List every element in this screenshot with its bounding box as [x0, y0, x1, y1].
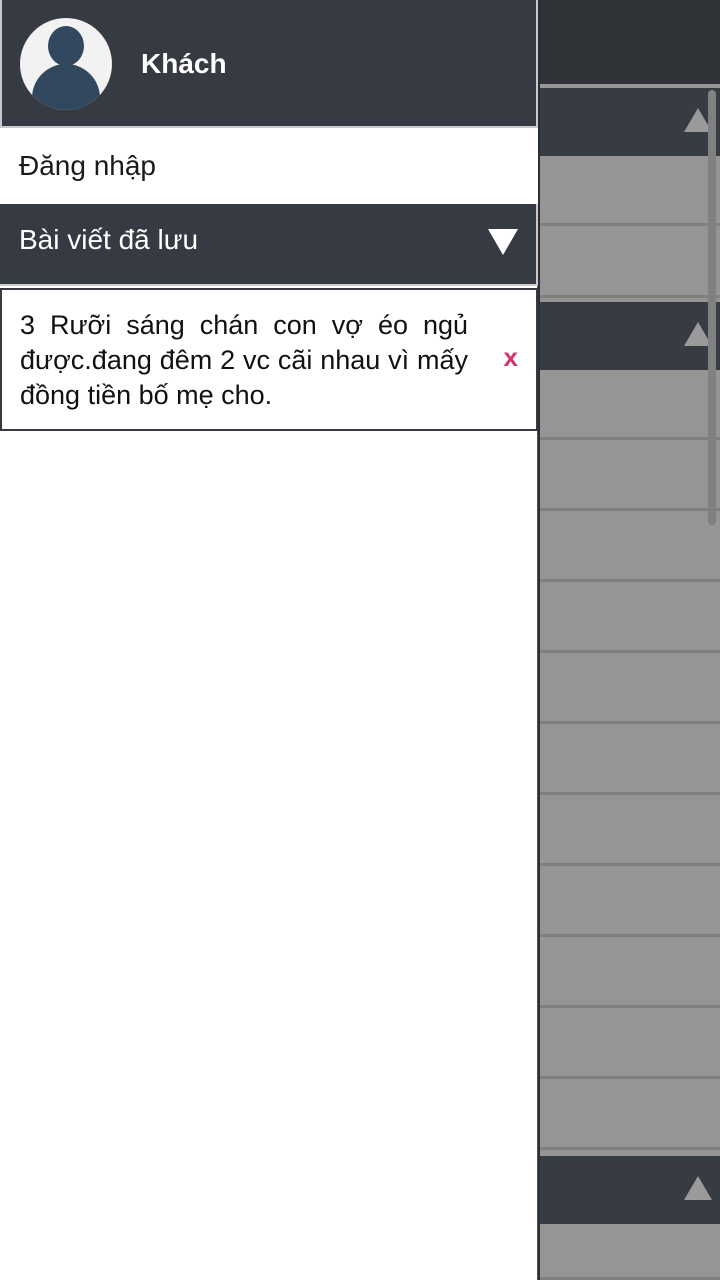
- background-section-header[interactable]: [540, 88, 720, 156]
- background-list-item[interactable]: [540, 443, 720, 511]
- background-list-item[interactable]: [540, 940, 720, 1008]
- background-list-item[interactable]: [540, 585, 720, 653]
- profile-name: Khách: [141, 48, 227, 79]
- background-list-item[interactable]: [540, 727, 720, 795]
- screen: Khách Đăng nhập Bài viết đã lưu 3 Rưỡi s…: [0, 0, 720, 1280]
- background-section-header[interactable]: [540, 1156, 720, 1224]
- background-list-item[interactable]: [540, 1226, 720, 1280]
- triangle-up-icon: [684, 1176, 712, 1200]
- user-avatar-icon: [20, 18, 112, 110]
- background-list-item[interactable]: [540, 1082, 720, 1150]
- background-list-item[interactable]: [540, 656, 720, 724]
- scrollbar[interactable]: [708, 90, 716, 525]
- saved-post-text: 3 Rưỡi sáng chán con vợ éo ngủ được.đang…: [20, 310, 468, 410]
- saved-post-item[interactable]: 3 Rưỡi sáng chán con vợ éo ngủ được.đang…: [0, 288, 538, 431]
- background-list-item[interactable]: [540, 869, 720, 937]
- triangle-down-icon: [488, 229, 518, 255]
- background-list-item[interactable]: [540, 158, 720, 226]
- remove-saved-post-button[interactable]: x: [504, 342, 518, 372]
- login-label: Đăng nhập: [19, 150, 157, 181]
- saved-posts-header[interactable]: Bài viết đã lưu: [0, 204, 538, 286]
- background-section-header[interactable]: [540, 302, 720, 370]
- navigation-drawer: Khách Đăng nhập Bài viết đã lưu 3 Rưỡi s…: [0, 0, 538, 1280]
- profile-header[interactable]: Khách: [0, 0, 538, 128]
- login-menu-item[interactable]: Đăng nhập: [0, 128, 538, 204]
- background-list: [538, 0, 720, 1280]
- background-toolbar: [540, 0, 720, 84]
- saved-posts-title: Bài viết đã lưu: [19, 224, 199, 255]
- background-list-item[interactable]: [540, 1011, 720, 1079]
- background-list-item[interactable]: [540, 372, 720, 440]
- background-list-item[interactable]: [540, 798, 720, 866]
- background-list-item[interactable]: [540, 230, 720, 298]
- background-list-item[interactable]: [540, 514, 720, 582]
